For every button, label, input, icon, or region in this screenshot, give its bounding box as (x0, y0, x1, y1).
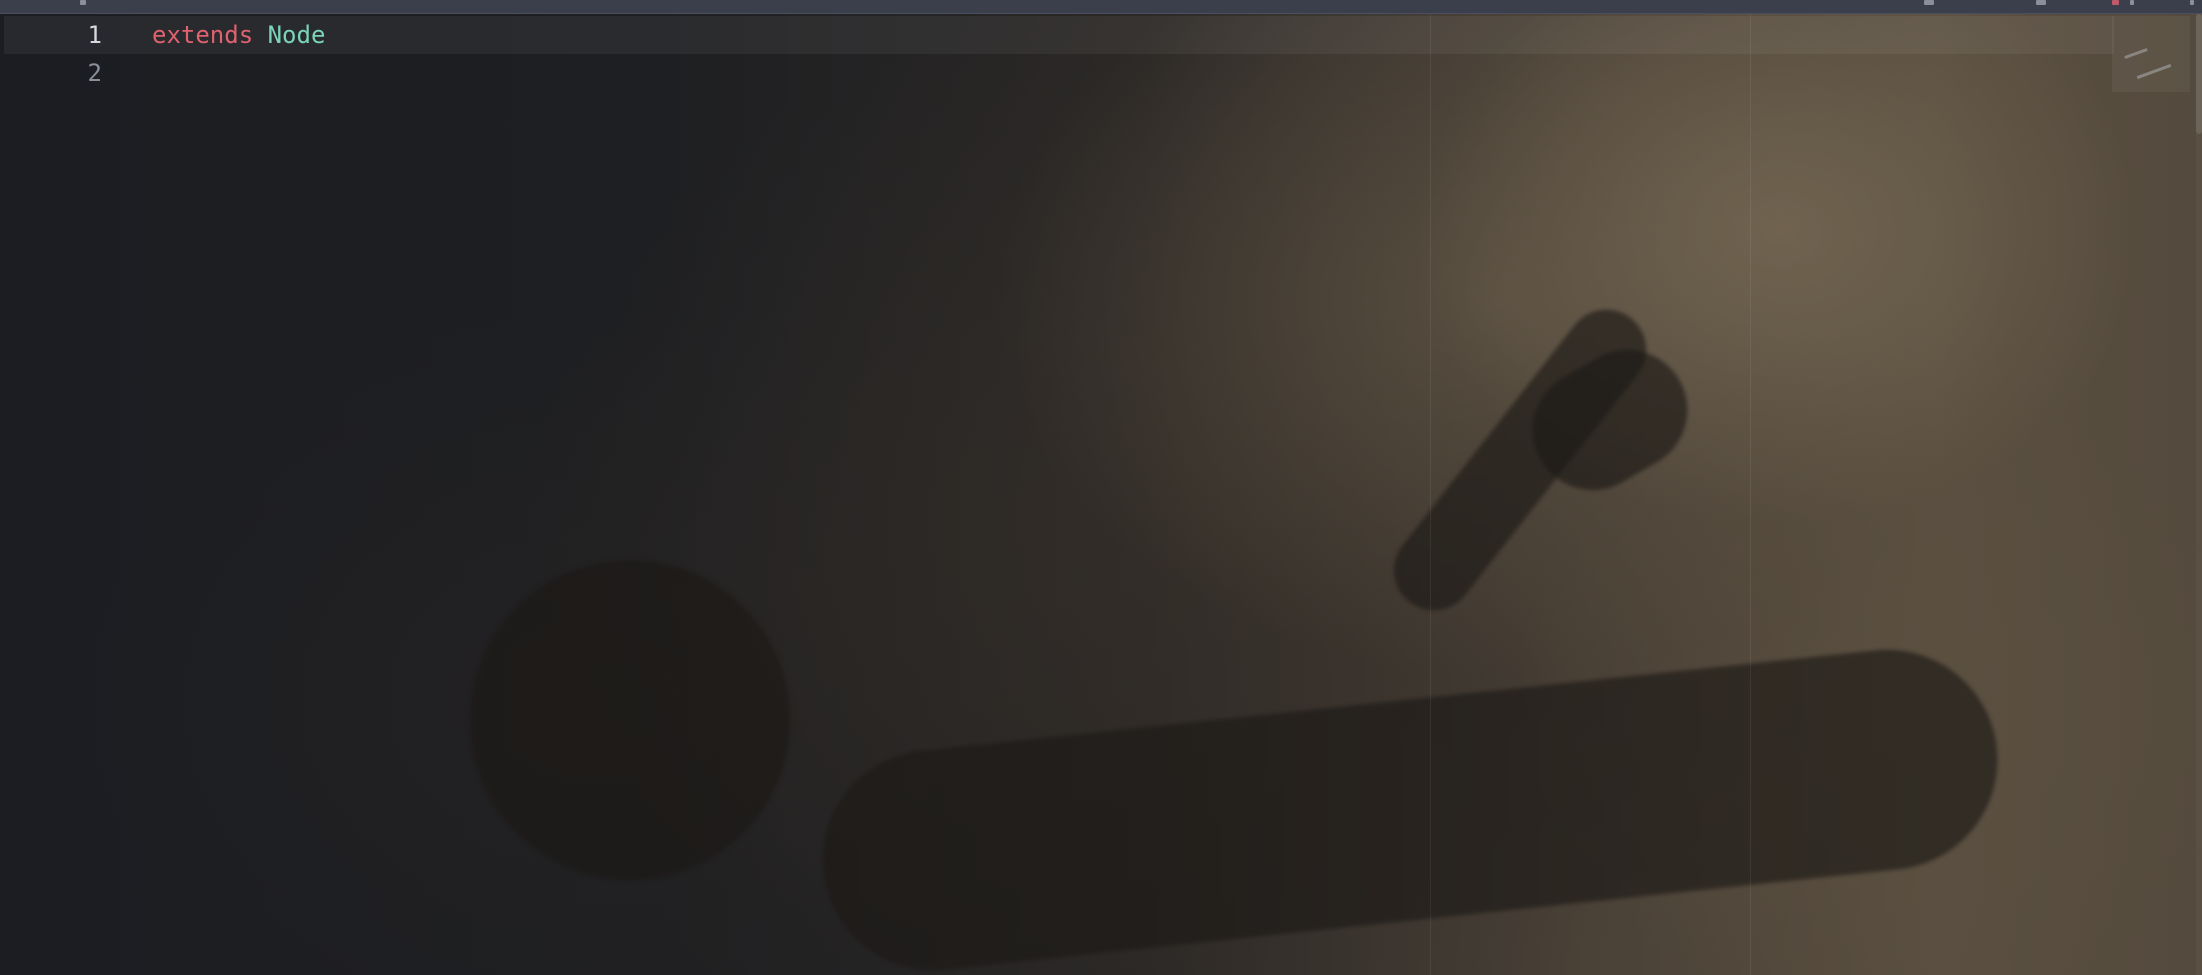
top-bar-icon[interactable] (2190, 0, 2194, 5)
top-bar-icon[interactable] (2130, 0, 2134, 5)
top-bar-glyph (80, 0, 86, 5)
top-bar-icon[interactable] (2112, 0, 2119, 5)
line-number[interactable]: 2 (0, 54, 110, 92)
code-text-area[interactable]: extends Node (152, 16, 2082, 92)
vertical-scrollbar[interactable] (2196, 14, 2202, 975)
top-tab-bar (0, 0, 2202, 14)
line-number-gutter[interactable]: 1 2 (0, 16, 110, 92)
code-line[interactable] (152, 54, 2082, 92)
scrollbar-thumb[interactable] (2196, 14, 2202, 134)
column-guide (1750, 14, 1751, 975)
keyword-token: extends (152, 21, 254, 49)
background-image (0, 0, 2202, 975)
minimap[interactable] (2112, 16, 2190, 92)
code-line[interactable]: extends Node (152, 16, 2082, 54)
line-number[interactable]: 1 (0, 16, 110, 54)
code-editor[interactable]: 1 2 extends Node (0, 0, 2202, 975)
top-bar-icon[interactable] (1924, 0, 1934, 5)
background-body-shape (811, 638, 2009, 975)
top-bar-icon[interactable] (2036, 0, 2046, 5)
background-head-shape (470, 560, 790, 880)
minimap-line (2124, 47, 2148, 60)
column-guide (1430, 14, 1431, 975)
type-token: Node (267, 21, 326, 49)
minimap-line (2136, 63, 2172, 80)
